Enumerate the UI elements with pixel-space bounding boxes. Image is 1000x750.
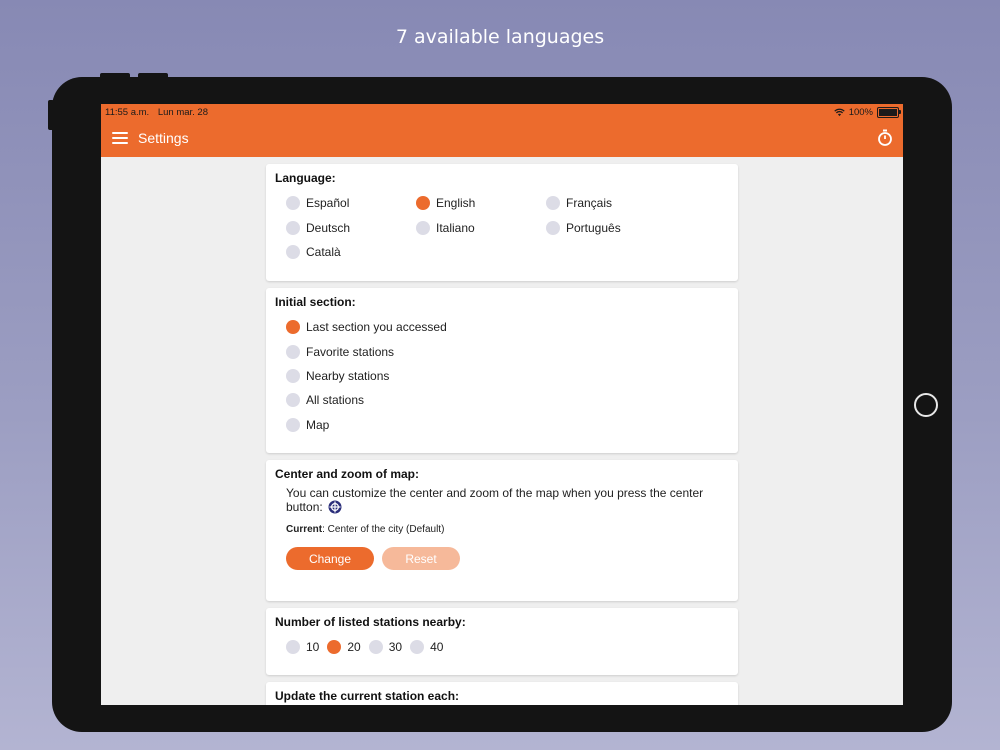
nearby-stations-title: Number of listed stations nearby: [275,615,466,629]
option-label: 10 [306,640,320,655]
nearby-count-option[interactable]: 40 [410,635,443,659]
battery-percent: 100% [848,107,873,118]
option-label: Português [566,220,621,235]
update-interval-title: Update the current station each: [275,689,460,703]
language-option[interactable]: Français [546,191,676,215]
initial-section-card: Initial section: Last section you access… [266,288,738,453]
language-option[interactable]: Català [286,240,416,264]
option-label: Français [566,196,613,211]
option-label: Nearby stations [306,368,390,383]
radio-button[interactable] [416,196,430,211]
radio-button[interactable] [286,220,300,235]
radio-button[interactable] [546,196,560,211]
radio-button[interactable] [286,244,300,259]
app-screen: 11:55 a.m. Lun mar. 28 100% Settings Lan… [101,104,903,705]
option-label: Map [306,417,330,432]
map-center-card: Center and zoom of map: You can customiz… [266,460,738,601]
page-title: Settings [138,130,189,146]
status-date: Lun mar. 28 [157,107,208,118]
radio-button[interactable] [546,220,560,235]
change-button[interactable]: Change [286,547,374,570]
radio-button[interactable] [286,393,300,408]
crosshair-target-icon [328,500,342,514]
hamburger-menu-icon[interactable] [112,132,128,144]
wifi-icon [833,108,845,117]
tablet-frame: 11:55 a.m. Lun mar. 28 100% Settings Lan… [52,77,952,732]
nearby-count-option[interactable]: 20 [327,635,361,659]
nearby-count-option[interactable]: 30 [368,635,403,659]
initial-section-option[interactable]: Favorite stations [286,339,729,363]
language-title: Language: [275,171,336,185]
map-center-title: Center and zoom of map: [275,467,420,481]
language-option[interactable]: Deutsch [286,215,416,239]
option-label: Last section you accessed [306,320,447,335]
language-option[interactable]: Português [546,215,676,239]
radio-button[interactable] [286,344,300,359]
radio-button[interactable] [327,640,342,655]
status-bar: 11:55 a.m. Lun mar. 28 100% [105,107,901,121]
home-button[interactable] [914,393,938,417]
nearby-count-option[interactable]: 10 [286,635,319,659]
option-label: Català [306,244,341,259]
description-text: You can customize the center and zoom of… [286,486,704,514]
current-map-center: Current: Center of the city (Default) [275,524,729,535]
map-center-description: You can customize the center and zoom of… [275,487,729,514]
current-value: : Center of the city (Default) [322,524,445,535]
option-label: Favorite stations [306,344,395,359]
radio-button[interactable] [286,196,300,211]
update-interval-card: Update the current station each: [266,682,738,705]
language-card: Language: Español English Français Deuts… [266,164,738,281]
initial-section-option[interactable]: Nearby stations [286,364,729,388]
initial-section-option[interactable]: All stations [286,388,729,412]
initial-section-title: Initial section: [275,295,356,309]
option-label: 40 [430,640,444,655]
reset-button[interactable]: Reset [382,547,460,570]
app-bar: 11:55 a.m. Lun mar. 28 100% Settings [101,104,903,157]
stopwatch-icon[interactable] [877,129,893,147]
radio-button[interactable] [286,640,300,655]
current-label: Current [286,524,323,535]
headline: 7 available languages [395,26,605,48]
battery-level [879,109,897,116]
initial-section-option[interactable]: Map [286,413,729,437]
option-label: 30 [388,640,403,655]
option-label: Español [306,196,350,211]
battery-icon [877,107,901,118]
status-time: 11:55 a.m. [105,107,150,118]
option-label: English [436,196,476,211]
radio-button[interactable] [368,640,383,655]
language-option[interactable]: English [416,191,546,215]
option-label: 20 [347,640,361,655]
option-label: Italiano [436,220,475,235]
option-label: All stations [306,393,365,408]
settings-content: Language: Español English Français Deuts… [266,164,738,705]
radio-button[interactable] [410,640,425,655]
initial-section-option[interactable]: Last section you accessed [286,315,729,339]
radio-button[interactable] [286,320,300,335]
radio-button[interactable] [416,220,430,235]
radio-button[interactable] [286,368,300,383]
language-option[interactable]: Italiano [416,215,546,239]
radio-button[interactable] [286,417,300,432]
language-option[interactable]: Español [286,191,416,215]
nearby-stations-card: Number of listed stations nearby: 10 20 … [266,608,738,675]
option-label: Deutsch [306,220,351,235]
